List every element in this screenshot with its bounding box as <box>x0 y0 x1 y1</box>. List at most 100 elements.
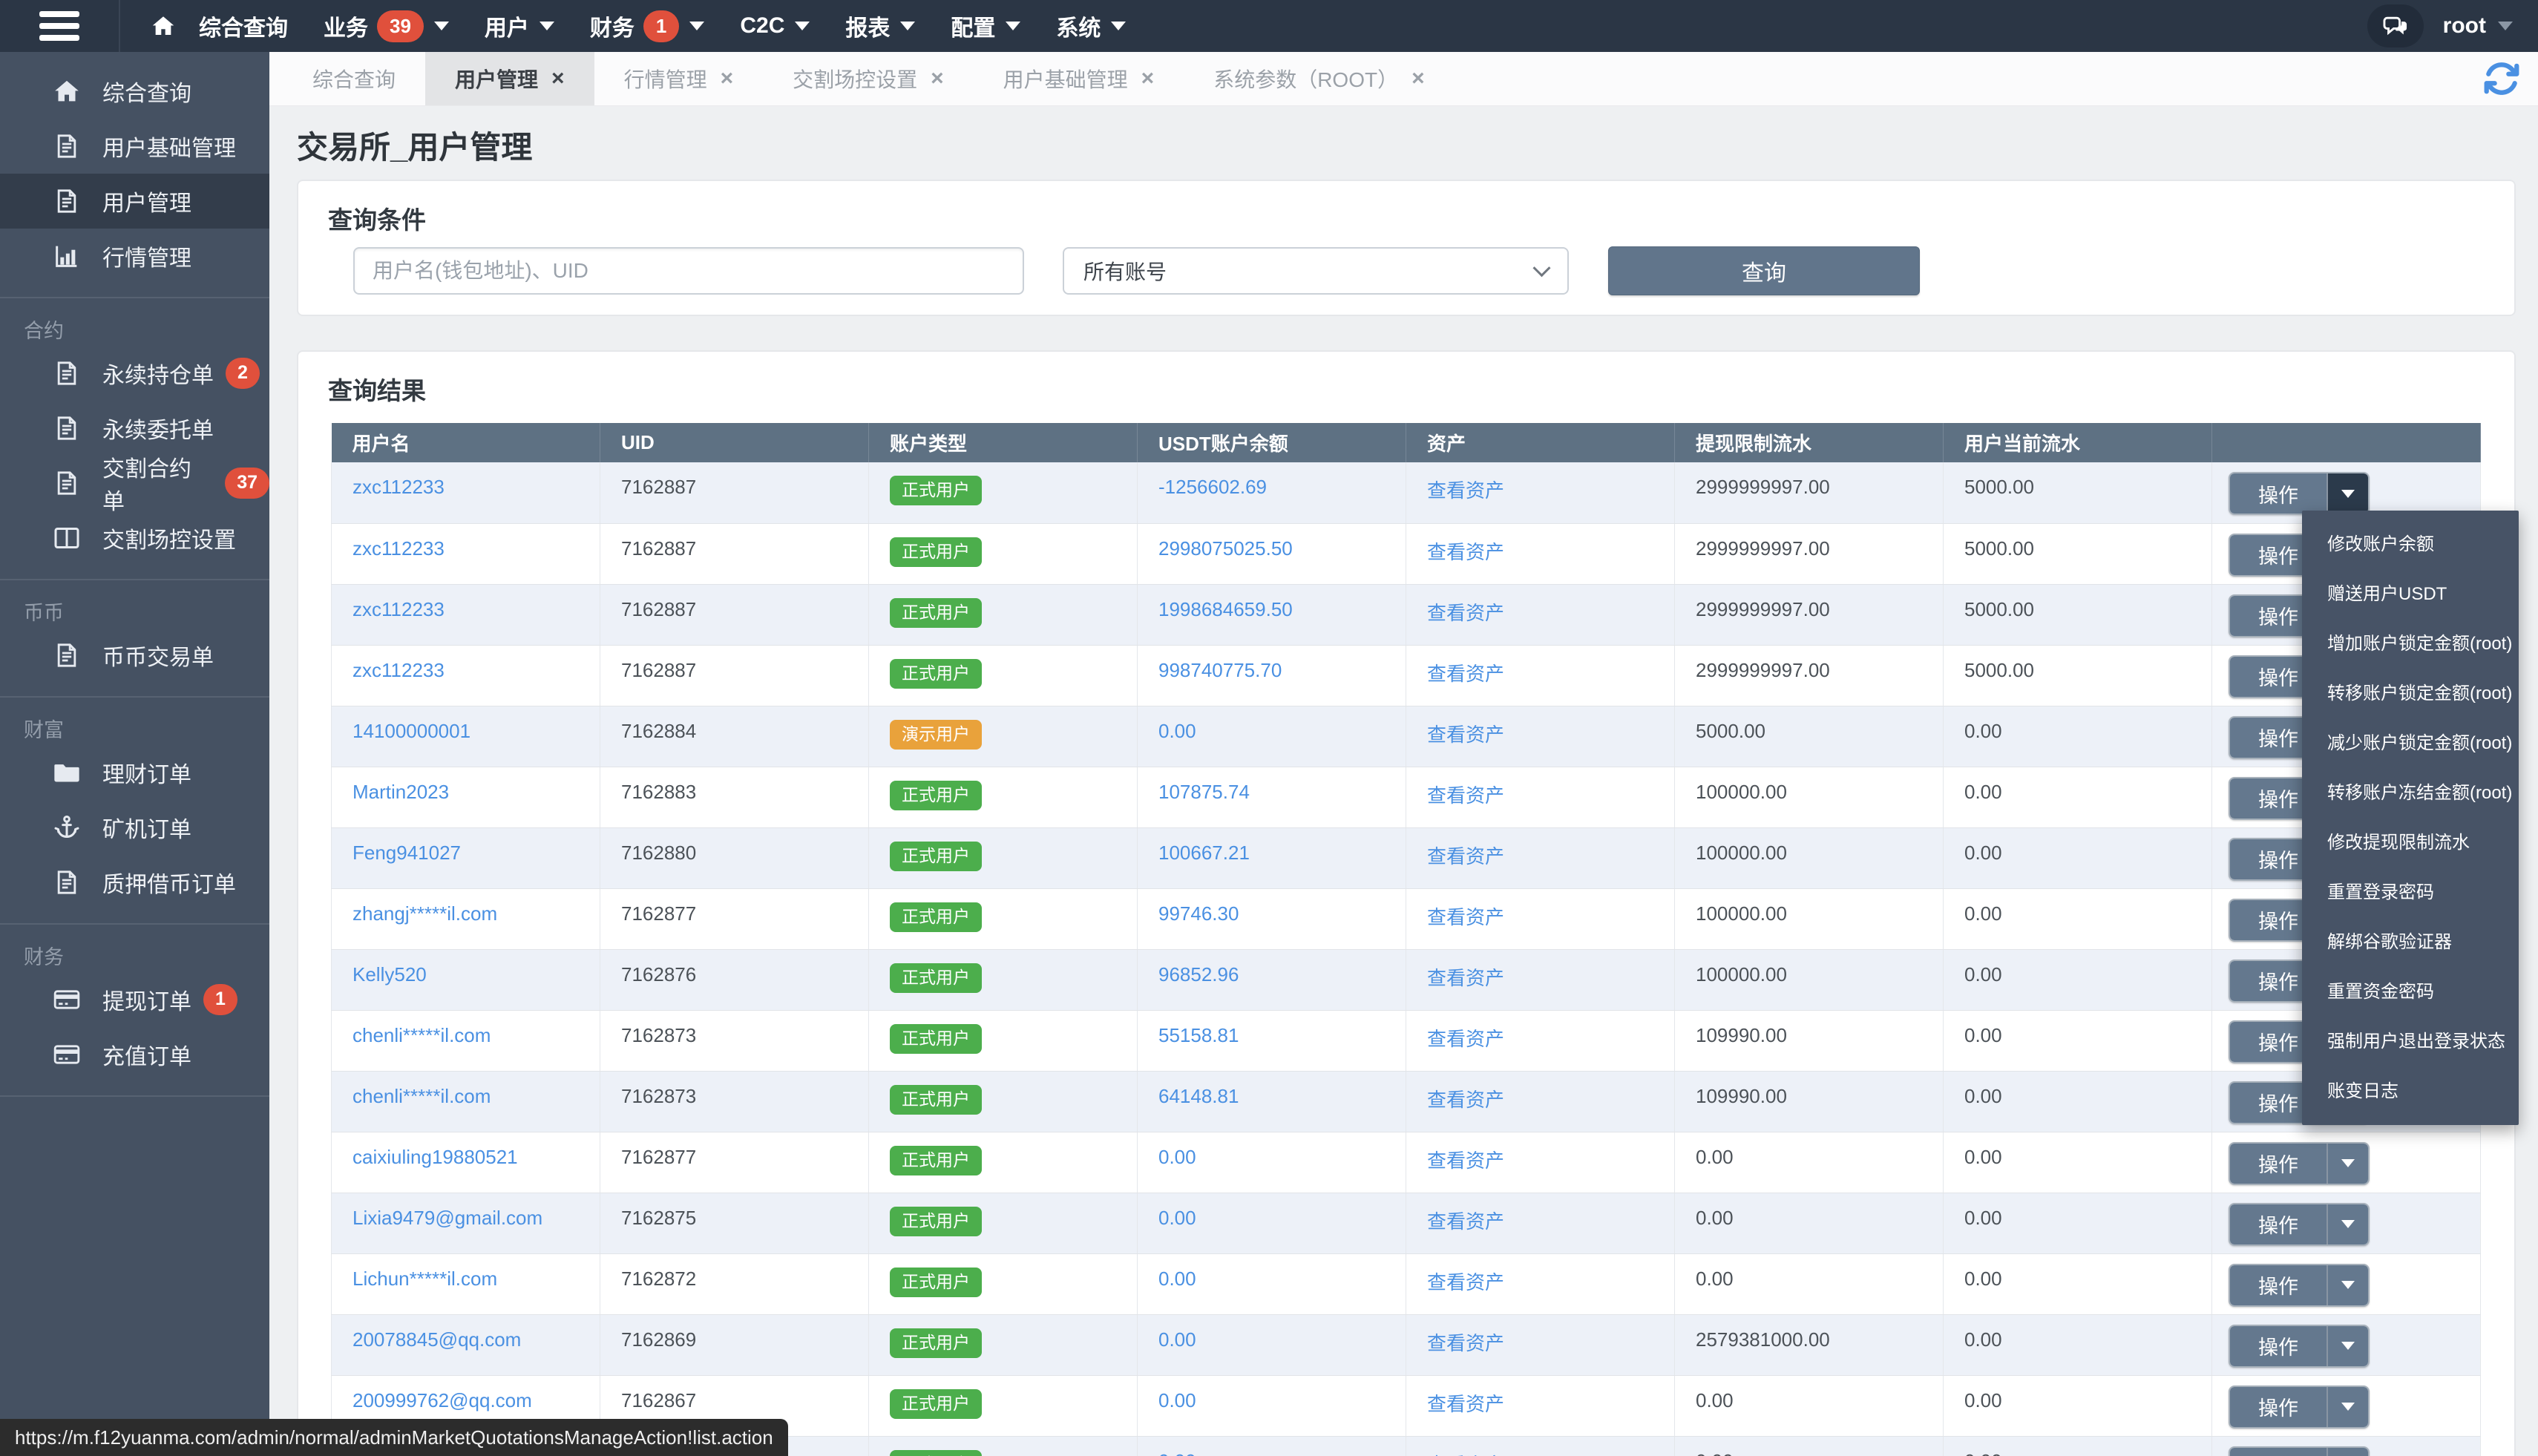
action-menu-item[interactable]: 重置资金密码 <box>2302 967 2519 1017</box>
action-dropdown-toggle[interactable] <box>2326 473 2368 514</box>
action-menu-item[interactable]: 转移账户锁定金额(root) <box>2302 669 2519 718</box>
view-assets-link[interactable]: 查看资产 <box>1427 845 1504 868</box>
sidebar-item-perp-positions[interactable]: 永续持仓单 2 <box>0 346 269 401</box>
username-link[interactable]: zxc112233 <box>352 598 445 620</box>
account-type-select[interactable]: 所有账号 <box>1063 247 1569 295</box>
usdt-balance-link[interactable]: 1998684659.50 <box>1158 598 1293 620</box>
action-menu-item[interactable]: 转移账户冻结金额(root) <box>2302 768 2519 818</box>
username-link[interactable]: 20078845@qq.com <box>352 1328 521 1351</box>
username-link[interactable]: 14100000001 <box>352 720 470 742</box>
search-input[interactable] <box>353 247 1024 295</box>
usdt-balance-link[interactable]: 0.00 <box>1158 1450 1196 1456</box>
usdt-balance-link[interactable]: -1256602.69 <box>1158 476 1267 498</box>
close-icon[interactable]: × <box>1141 66 1155 91</box>
action-dropdown-toggle[interactable] <box>2326 1144 2368 1184</box>
usdt-balance-link[interactable]: 100667.21 <box>1158 842 1250 864</box>
action-menu-item[interactable]: 减少账户锁定金额(root) <box>2302 718 2519 768</box>
action-menu-item[interactable]: 修改提现限制流水 <box>2302 818 2519 868</box>
sidebar-item-overview[interactable]: 综合查询 <box>0 64 269 119</box>
view-assets-link[interactable]: 查看资产 <box>1427 1332 1504 1354</box>
sidebar-item-deposit-orders[interactable]: 充值订单 <box>0 1027 269 1082</box>
action-dropdown-toggle[interactable] <box>2326 1387 2368 1427</box>
view-assets-link[interactable]: 查看资产 <box>1427 1089 1504 1111</box>
action-menu-item[interactable]: 重置登录密码 <box>2302 868 2519 917</box>
sidebar-item-delivery-contracts[interactable]: 交割合约单 37 <box>0 456 269 511</box>
tab-delivery-risk-settings[interactable]: 交割场控设置 × <box>763 52 974 105</box>
nav-overview[interactable]: 综合查询 <box>181 0 306 52</box>
username-link[interactable]: Lichun*****il.com <box>352 1268 497 1290</box>
usdt-balance-link[interactable]: 96852.96 <box>1158 963 1239 986</box>
action-dropdown-toggle[interactable] <box>2326 1204 2368 1245</box>
sidebar-item-withdraw-orders[interactable]: 提现订单 1 <box>0 972 269 1027</box>
usdt-balance-link[interactable]: 55158.81 <box>1158 1024 1239 1046</box>
nav-finance[interactable]: 财务 1 <box>572 0 722 52</box>
nav-users[interactable]: 用户 <box>467 0 572 52</box>
close-icon[interactable]: × <box>551 66 565 91</box>
messages-button[interactable] <box>2367 4 2424 47</box>
nav-system[interactable]: 系统 <box>1038 0 1144 52</box>
view-assets-link[interactable]: 查看资产 <box>1427 784 1504 807</box>
username-link[interactable]: zhangj*****il.com <box>352 902 497 925</box>
close-icon[interactable]: × <box>1411 66 1425 91</box>
usdt-balance-link[interactable]: 107875.74 <box>1158 781 1250 803</box>
action-button[interactable]: 操作 <box>2230 1204 2326 1245</box>
username-link[interactable]: zxc112233 <box>352 537 445 560</box>
username-link[interactable]: zxc112233 <box>352 659 445 681</box>
view-assets-link[interactable]: 查看资产 <box>1427 1150 1504 1172</box>
search-button[interactable]: 查询 <box>1608 246 1920 295</box>
tab-system-params-root[interactable]: 系统参数（ROOT） × <box>1184 52 1454 105</box>
nav-config[interactable]: 配置 <box>933 0 1038 52</box>
action-menu-item[interactable]: 账变日志 <box>2302 1066 2519 1116</box>
home-icon[interactable] <box>150 13 177 39</box>
usdt-balance-link[interactable]: 0.00 <box>1158 1268 1196 1290</box>
action-dropdown-toggle[interactable] <box>2326 1265 2368 1305</box>
nav-c2c[interactable]: C2C <box>722 0 827 52</box>
usdt-balance-link[interactable]: 0.00 <box>1158 1146 1196 1168</box>
menu-toggle-button[interactable] <box>0 0 119 52</box>
username-link[interactable]: Lixia9479@gmail.com <box>352 1207 542 1229</box>
usdt-balance-link[interactable]: 0.00 <box>1158 1328 1196 1351</box>
action-menu-item[interactable]: 修改账户余额 <box>2302 519 2519 569</box>
view-assets-link[interactable]: 查看资产 <box>1427 1210 1504 1233</box>
action-button[interactable]: 操作 <box>2230 1326 2326 1366</box>
view-assets-link[interactable]: 查看资产 <box>1427 1454 1504 1456</box>
view-assets-link[interactable]: 查看资产 <box>1427 1271 1504 1293</box>
action-button[interactable]: 操作 <box>2230 1144 2326 1184</box>
usdt-balance-link[interactable]: 2998075025.50 <box>1158 537 1293 560</box>
username-link[interactable]: Martin2023 <box>352 781 449 803</box>
username-link[interactable]: Feng941027 <box>352 842 461 864</box>
usdt-balance-link[interactable]: 0.00 <box>1158 720 1196 742</box>
nav-reports[interactable]: 报表 <box>827 0 933 52</box>
action-menu-item[interactable]: 强制用户退出登录状态 <box>2302 1017 2519 1066</box>
view-assets-link[interactable]: 查看资产 <box>1427 1393 1504 1415</box>
sidebar-item-user-management[interactable]: 用户管理 <box>0 174 269 229</box>
view-assets-link[interactable]: 查看资产 <box>1427 906 1504 928</box>
tab-user-management[interactable]: 用户管理 × <box>425 52 594 105</box>
view-assets-link[interactable]: 查看资产 <box>1427 602 1504 624</box>
usdt-balance-link[interactable]: 64148.81 <box>1158 1085 1239 1107</box>
view-assets-link[interactable]: 查看资产 <box>1427 479 1504 502</box>
sidebar-item-market-management[interactable]: 行情管理 <box>0 229 269 283</box>
usdt-balance-link[interactable]: 99746.30 <box>1158 902 1239 925</box>
sidebar-item-miner-orders[interactable]: 矿机订单 <box>0 800 269 855</box>
view-assets-link[interactable]: 查看资产 <box>1427 967 1504 989</box>
tab-overview[interactable]: 综合查询 <box>283 52 425 105</box>
view-assets-link[interactable]: 查看资产 <box>1427 724 1504 746</box>
view-assets-link[interactable]: 查看资产 <box>1427 541 1504 563</box>
sidebar-item-user-base-management[interactable]: 用户基础管理 <box>0 119 269 174</box>
usdt-balance-link[interactable]: 998740775.70 <box>1158 659 1282 681</box>
action-menu-item[interactable]: 赠送用户USDT <box>2302 569 2519 619</box>
sidebar-item-perp-orders[interactable]: 永续委托单 <box>0 401 269 456</box>
action-dropdown-toggle[interactable] <box>2326 1448 2368 1456</box>
action-button[interactable]: 操作 <box>2230 473 2326 514</box>
sidebar-item-spot-trades[interactable]: 币币交易单 <box>0 628 269 683</box>
nav-business[interactable]: 业务 39 <box>306 0 467 52</box>
username-link[interactable]: Kelly520 <box>352 963 427 986</box>
action-dropdown-toggle[interactable] <box>2326 1326 2368 1366</box>
sidebar-item-pledge-loan-orders[interactable]: 质押借币订单 <box>0 855 269 910</box>
sidebar-item-wealth-orders[interactable]: 理财订单 <box>0 745 269 800</box>
action-menu-item[interactable]: 解绑谷歌验证器 <box>2302 917 2519 967</box>
usdt-balance-link[interactable]: 0.00 <box>1158 1389 1196 1411</box>
username-link[interactable]: zxc112233 <box>352 476 445 498</box>
sidebar-item-delivery-risk-settings[interactable]: 交割场控设置 <box>0 511 269 565</box>
